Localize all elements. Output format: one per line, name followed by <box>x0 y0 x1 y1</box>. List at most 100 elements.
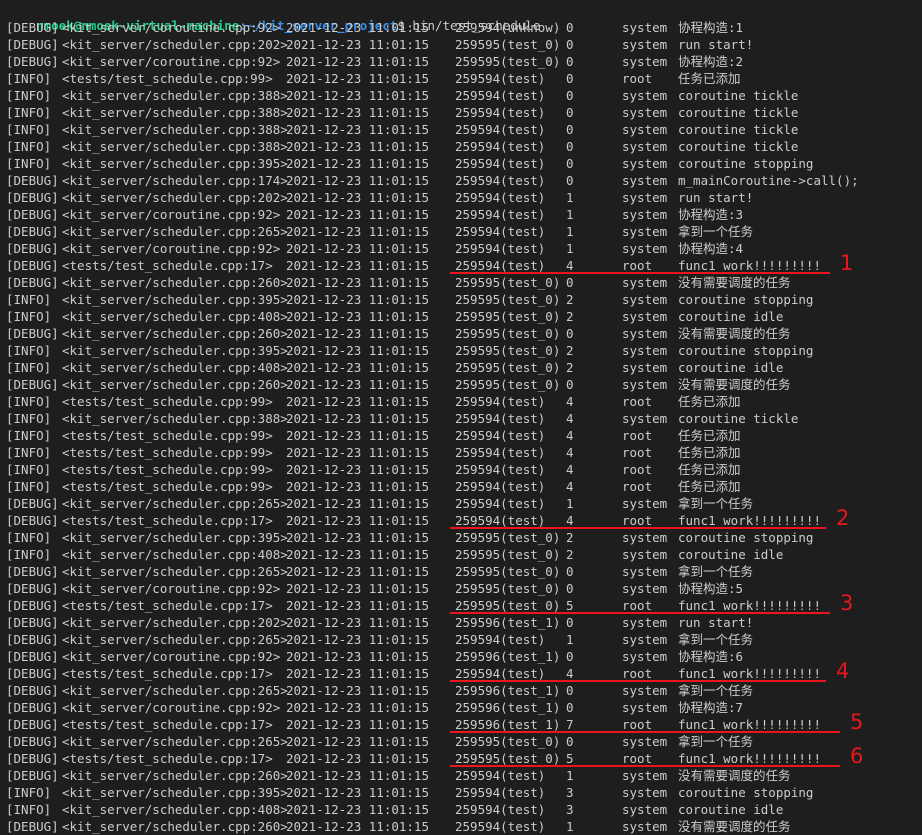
log-level: [INFO] <box>6 139 52 154</box>
log-level: [INFO] <box>6 105 52 120</box>
annotation-underline <box>450 680 826 682</box>
log-src: <tests/test_schedule.cpp:99> <box>62 394 273 409</box>
log-time: 2021-12-23 11:01:15 <box>286 88 429 103</box>
log-tid: 259595(test_0) <box>455 530 561 545</box>
log-level: [DEBUG] <box>6 734 59 749</box>
log-time: 2021-12-23 11:01:15 <box>286 462 429 477</box>
log-tid: 259594(test) <box>455 241 546 256</box>
log-level: [DEBUG] <box>6 241 59 256</box>
log-line: [INFO] <kit_server/scheduler.cpp:395> 2021… <box>0 291 922 308</box>
log-src: <kit_server/scheduler.cpp:265> <box>62 496 288 511</box>
log-fib: 0 <box>566 326 574 341</box>
log-line: [DEBUG] <kit_server/coroutine.cpp:92> 2021… <box>0 53 922 70</box>
log-time: 2021-12-23 11:01:15 <box>286 139 429 154</box>
log-logger: root <box>622 394 653 409</box>
log-logger: system <box>622 139 668 154</box>
log-src: <kit_server/scheduler.cpp:265> <box>62 683 288 698</box>
log-logger: system <box>622 377 668 392</box>
log-line: [DEBUG] <kit_server/scheduler.cpp:265> 202… <box>0 733 922 750</box>
log-level: [INFO] <box>6 445 52 460</box>
log-level: [DEBUG] <box>6 275 59 290</box>
terminal-output[interactable]: nmoek@nmoek-virtual-machine:~/kit_server… <box>0 0 922 835</box>
log-src: <kit_server/scheduler.cpp:388> <box>62 139 288 154</box>
log-tid: 259595(test_0) <box>455 37 561 52</box>
log-time: 2021-12-23 11:01:15 <box>286 632 429 647</box>
log-line: [INFO] <tests/test_schedule.cpp:99> 2021-1… <box>0 461 922 478</box>
log-line: [INFO] <kit_server/scheduler.cpp:395> 2021… <box>0 155 922 172</box>
log-level: [INFO] <box>6 292 52 307</box>
log-tid: 259594(test) <box>455 122 546 137</box>
log-line: [DEBUG] <kit_server/scheduler.cpp:174> 202… <box>0 172 922 189</box>
log-msg: 拿到一个任务 <box>678 683 754 698</box>
log-tid: 259594(unknow) <box>455 20 561 35</box>
log-fib: 1 <box>566 496 574 511</box>
log-tid: 259594(test) <box>455 428 546 443</box>
log-src: <kit_server/scheduler.cpp:265> <box>62 734 288 749</box>
log-level: [INFO] <box>6 547 52 562</box>
log-time: 2021-12-23 11:01:15 <box>286 105 429 120</box>
log-msg: 协程构造:4 <box>678 241 744 256</box>
log-time: 2021-12-23 11:01:15 <box>286 717 429 732</box>
annotation-underline <box>450 272 830 274</box>
annotation-underline <box>450 612 830 614</box>
log-src: <tests/test_schedule.cpp:99> <box>62 71 273 86</box>
log-msg: 任务已添加 <box>678 428 741 443</box>
log-logger: system <box>622 88 668 103</box>
log-time: 2021-12-23 11:01:15 <box>286 258 429 273</box>
log-logger: system <box>622 768 668 783</box>
log-tid: 259594(test) <box>455 394 546 409</box>
log-time: 2021-12-23 11:01:15 <box>286 360 429 375</box>
log-src: <kit_server/scheduler.cpp:395> <box>62 785 288 800</box>
log-time: 2021-12-23 11:01:15 <box>286 479 429 494</box>
log-tid: 259594(test) <box>455 819 546 834</box>
log-level: [DEBUG] <box>6 666 59 681</box>
log-time: 2021-12-23 11:01:15 <box>286 224 429 239</box>
log-src: <kit_server/scheduler.cpp:202> <box>62 615 288 630</box>
log-level: [DEBUG] <box>6 632 59 647</box>
log-src: <kit_server/scheduler.cpp:395> <box>62 530 288 545</box>
log-src: <kit_server/scheduler.cpp:408> <box>62 309 288 324</box>
log-time: 2021-12-23 11:01:15 <box>286 20 429 35</box>
log-fib: 0 <box>566 581 574 596</box>
log-line: [DEBUG] <kit_server/scheduler.cpp:265> 202… <box>0 223 922 240</box>
log-level: [INFO] <box>6 802 52 817</box>
log-src: <kit_server/coroutine.cpp:92> <box>62 649 281 664</box>
log-line: [DEBUG] <kit_server/coroutine.cpp:92> 2021… <box>0 240 922 257</box>
log-tid: 259596(test_1) <box>455 683 561 698</box>
log-tid: 259596(test_1) <box>455 700 561 715</box>
log-src: <kit_server/coroutine.cpp:92> <box>62 241 281 256</box>
log-line: [DEBUG] <kit_server/scheduler.cpp:202> 202… <box>0 36 922 53</box>
log-fib: 0 <box>566 105 574 120</box>
log-time: 2021-12-23 11:01:15 <box>286 547 429 562</box>
log-src: <kit_server/scheduler.cpp:265> <box>62 224 288 239</box>
log-fib: 0 <box>566 139 574 154</box>
log-logger: system <box>622 326 668 341</box>
log-level: [INFO] <box>6 394 52 409</box>
log-msg: 协程构造:3 <box>678 207 744 222</box>
log-time: 2021-12-23 11:01:15 <box>286 428 429 443</box>
log-src: <kit_server/scheduler.cpp:388> <box>62 411 288 426</box>
log-src: <kit_server/scheduler.cpp:395> <box>62 156 288 171</box>
log-time: 2021-12-23 11:01:15 <box>286 751 429 766</box>
log-logger: system <box>622 581 668 596</box>
log-fib: 1 <box>566 819 574 834</box>
log-time: 2021-12-23 11:01:15 <box>286 292 429 307</box>
log-line: [INFO] <kit_server/scheduler.cpp:395> 2021… <box>0 784 922 801</box>
log-fib: 1 <box>566 224 574 239</box>
log-msg: 没有需要调度的任务 <box>678 275 791 290</box>
log-time: 2021-12-23 11:01:15 <box>286 496 429 511</box>
log-fib: 0 <box>566 156 574 171</box>
log-line: [INFO] <kit_server/scheduler.cpp:408> 2021… <box>0 801 922 818</box>
log-level: [DEBUG] <box>6 173 59 188</box>
log-line: [INFO] <tests/test_schedule.cpp:99> 2021-1… <box>0 70 922 87</box>
log-src: <kit_server/scheduler.cpp:408> <box>62 547 288 562</box>
log-tid: 259595(test_0) <box>455 377 561 392</box>
log-msg: 协程构造:6 <box>678 649 744 664</box>
log-src: <kit_server/scheduler.cpp:408> <box>62 360 288 375</box>
log-line: [DEBUG] <kit_server/coroutine.cpp:92> 2021… <box>0 648 922 665</box>
shell-prompt: nmoek@nmoek-virtual-machine:~/kit_server… <box>6 0 922 33</box>
log-fib: 2 <box>566 292 574 307</box>
log-fib: 0 <box>566 37 574 52</box>
log-msg: coroutine idle <box>678 802 784 817</box>
log-tid: 259595(test_0) <box>455 564 561 579</box>
